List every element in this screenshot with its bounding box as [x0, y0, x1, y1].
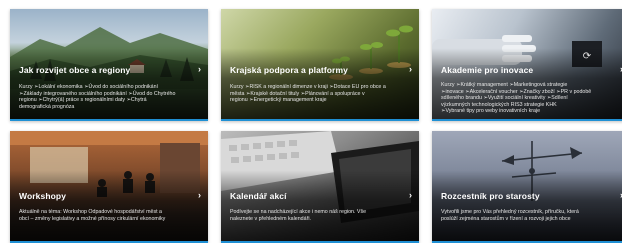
chevron-right-icon[interactable]: ›	[409, 64, 412, 74]
card-overlay	[432, 131, 622, 243]
card-description: Vytvořili jsme pro Vás přehledný rozcest…	[441, 209, 579, 222]
card-krajska-podpora[interactable]: Krajská podpora a platformy › Kurzy ➢RIS…	[221, 9, 419, 121]
card-accent-bar	[432, 119, 622, 121]
card-title: Rozcestník pro starosty	[441, 191, 540, 201]
card-akademie-inovace[interactable]: ⟳ Akademie pro inovace › Kurzy ➢Krátký m…	[432, 9, 622, 121]
card-workshopy[interactable]: Workshopy › Aktuálně na téma: Workshop O…	[10, 131, 208, 243]
card-title: Krajská podpora a platformy	[230, 65, 348, 75]
card-overlay	[10, 131, 208, 243]
card-description: Kurzy ➢RISK a regionální dimenze v kraji…	[230, 84, 386, 104]
chevron-right-icon[interactable]: ›	[198, 190, 201, 200]
card-description: Kurzy ➢Krátký management ➢Marketingová s…	[441, 82, 592, 115]
card-kalendar-akci[interactable]: Kalendář akcí › Podívejte se na nadcháze…	[221, 131, 419, 243]
chevron-right-icon[interactable]: ›	[198, 64, 201, 74]
chevron-right-icon[interactable]: ›	[409, 190, 412, 200]
card-description: Podívejte se na nadcházející akce i nemo…	[230, 209, 367, 222]
card-title: Workshopy	[19, 191, 67, 201]
card-title: Akademie pro inovace	[441, 65, 534, 75]
card-accent-bar	[221, 119, 419, 121]
card-accent-bar	[10, 119, 208, 121]
card-title: Kalendář akcí	[230, 191, 287, 201]
card-description: Aktuálně na téma: Workshop Odpadové hosp…	[19, 209, 166, 222]
card-rozcestnik-starosty[interactable]: Rozcestník pro starosty › Vytvořili jsme…	[432, 131, 622, 243]
card-rozvoj-obci[interactable]: Jak rozvíjet obce a regiony › Kurzy ➢Lok…	[10, 9, 208, 121]
card-title: Jak rozvíjet obce a regiony	[19, 65, 131, 75]
card-description: Kurzy ➢Lokální ekonomika ➢Úvod do sociál…	[19, 84, 176, 110]
card-overlay	[221, 131, 419, 243]
